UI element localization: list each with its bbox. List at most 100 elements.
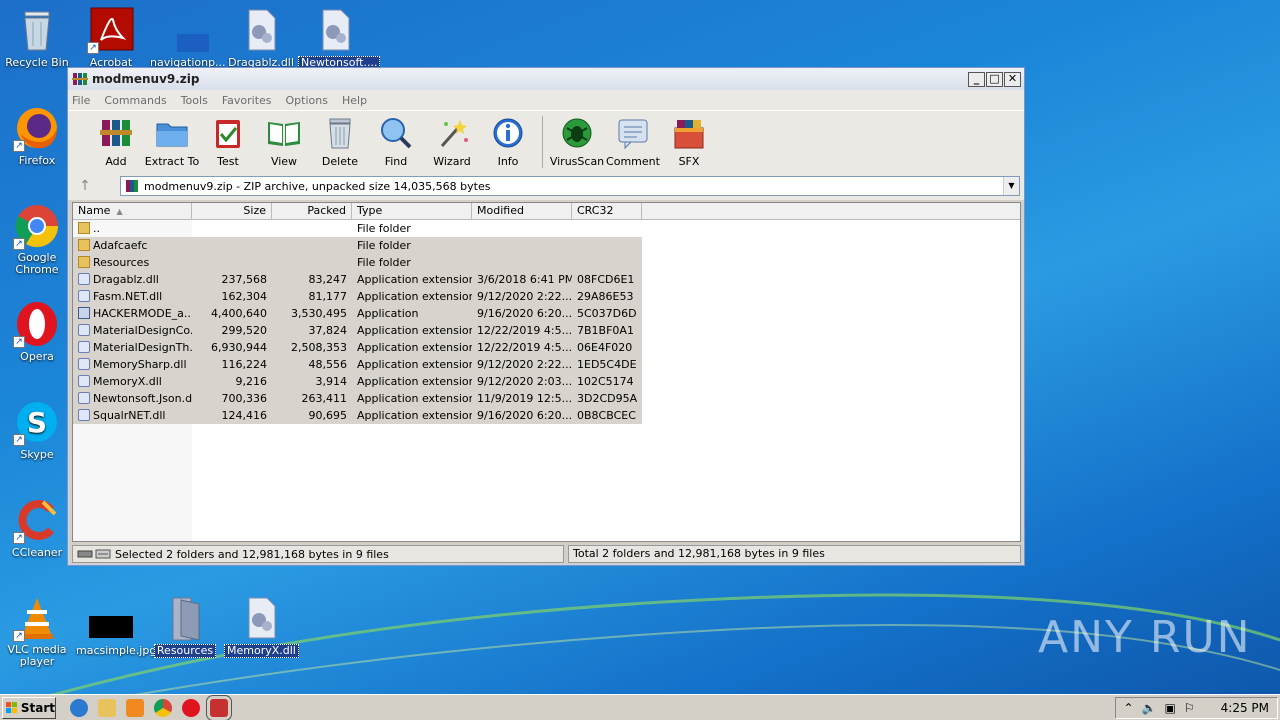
find-button[interactable]: Find [368,116,424,168]
file-row[interactable]: Newtonsoft.Json.dll 700,336 263,411 Applica… [73,390,1020,407]
anyrun-watermark: ANY RUN [1038,612,1252,663]
clock[interactable]: 4:25 PM [1221,701,1269,715]
file-row[interactable]: MemoryX.dll 9,216 3,914 Application extensi… [73,373,1020,390]
opera-taskbar-icon[interactable] [182,698,200,717]
title-bar[interactable]: modmenuv9.zip _ □ ✕ [68,68,1024,90]
file-row[interactable]: Adafcaefc File folder [73,237,1020,254]
file-row[interactable]: SqualrNET.dll 124,416 90,695 Application ex… [73,407,1020,424]
file-type: Application extension [352,339,472,356]
up-folder-button[interactable]: ↑ [72,176,98,196]
file-row[interactable]: MemorySharp.dll 116,224 48,556 Application … [73,356,1020,373]
desktop-icon-resources[interactable]: Resources [148,594,222,658]
winrar-taskbar-icon[interactable] [206,694,232,720]
delete-button[interactable]: Delete [312,116,368,168]
chrome-taskbar-icon[interactable] [154,698,172,717]
desktop-icon-newtonsoft[interactable]: Newtonsoft.... [298,6,381,70]
column-header-name[interactable]: Name ▲ [73,203,192,219]
wizard-button[interactable]: Wizard [424,116,480,168]
menu-file[interactable]: File [72,94,90,107]
file-packed: 3,914 [272,373,352,390]
dll-file-icon [78,392,90,404]
desktop-icon-memoryx[interactable]: MemoryX.dll [224,594,299,658]
column-header-type[interactable]: Type [352,203,472,219]
toolbar-separator [542,116,543,168]
file-size: 4,400,640 [192,305,272,322]
extract-to-button[interactable]: Extract To [144,116,200,168]
menu-favorites[interactable]: Favorites [222,94,272,107]
shortcut-arrow-icon: ↗ [13,336,25,348]
desktop-icon-firefox[interactable]: ↗ Firefox [0,104,74,167]
file-row[interactable]: .. File folder [73,220,1020,237]
file-size: 700,336 [192,390,272,407]
menu-commands[interactable]: Commands [104,94,166,107]
application-icon [78,307,90,319]
network-icon[interactable]: ▣ [1165,701,1176,715]
column-header-size[interactable]: Size [192,203,272,219]
file-type: File folder [352,254,472,271]
menu-help[interactable]: Help [342,94,367,107]
file-packed: 90,695 [272,407,352,424]
dll-file-icon [78,375,90,387]
maximize-button[interactable]: □ [986,71,1003,87]
info-button[interactable]: Info [480,116,536,168]
file-size: 162,304 [192,288,272,305]
menu-tools[interactable]: Tools [181,94,208,107]
address-field[interactable]: modmenuv9.zip - ZIP archive, unpacked si… [120,176,1020,196]
file-type: File folder [352,237,472,254]
virusscan-button[interactable]: VirusScan [549,116,605,168]
file-type: Application extension [352,407,472,424]
test-button[interactable]: Test [200,116,256,168]
column-header-modified[interactable]: Modified [472,203,572,219]
view-book-icon [268,122,300,146]
desktop-icon-chrome[interactable]: ↗ Google Chrome [0,202,74,276]
column-header-crc32[interactable]: CRC32 [572,203,642,219]
desktop-icon-ccleaner[interactable]: ↗ CCleaner [0,496,74,559]
add-button[interactable]: Add [88,116,144,168]
file-row[interactable]: Resources File folder [73,254,1020,271]
minimize-button[interactable]: _ [968,71,985,87]
file-row[interactable]: MaterialDesignCo... 299,520 37,824 Applicat… [73,322,1020,339]
recycle-bin-icon [13,6,61,54]
file-crc32: 3D2CD95A [572,390,642,407]
file-row[interactable]: HACKERMODE_a... 4,400,640 3,530,495 Applica… [73,305,1020,322]
ccleaner-icon: ↗ [13,496,61,544]
internet-explorer-icon[interactable] [70,698,88,717]
image-thumbnail-icon [87,594,135,642]
status-bar: Selected 2 folders and 12,981,168 bytes … [72,545,1021,563]
bug-icon [562,118,592,148]
file-size: 9,216 [192,373,272,390]
file-row[interactable]: MaterialDesignTh... 6,930,944 2,508,353 App… [73,339,1020,356]
file-crc32: 06E4F020 [572,339,642,356]
start-button[interactable]: Start [2,696,56,719]
explorer-folder-icon[interactable] [98,698,116,717]
file-modified: 9/12/2020 2:22... [472,356,572,373]
chevron-down-icon[interactable]: ▼ [1003,177,1019,195]
comment-button[interactable]: Comment [605,116,661,168]
file-row[interactable]: Dragablz.dll 237,568 83,247 Application ext… [73,271,1020,288]
file-crc32 [572,237,642,254]
sfx-button[interactable]: SFX [661,116,717,168]
desktop-icon-macsimple[interactable]: macsimple.jpg [74,594,156,657]
desktop-icon-skype[interactable]: S ↗ Skype [0,398,74,461]
media-player-icon[interactable] [126,698,144,717]
shortcut-arrow-icon: ↗ [87,42,99,54]
file-name: Adafcaefc [73,237,192,254]
file-row[interactable]: Fasm.NET.dll 162,304 81,177 Application ext… [73,288,1020,305]
desktop-icon-navigation[interactable]: navigationp... [148,6,226,69]
desktop-icon-opera[interactable]: ↗ Opera [0,300,74,363]
shortcut-arrow-icon: ↗ [13,434,25,446]
desktop-icon-acrobat[interactable]: ↗ Acrobat [74,6,148,69]
desktop-icon-dragablz[interactable]: Dragablz.dll [224,6,298,69]
status-selection: Selected 2 folders and 12,981,168 bytes … [72,545,564,563]
volume-icon[interactable]: 🔈 [1142,701,1157,715]
close-button[interactable]: ✕ [1004,71,1021,87]
file-modified [472,237,572,254]
file-crc32: 7B1BF0A1 [572,322,642,339]
column-header-packed[interactable]: Packed [272,203,352,219]
tray-expand-icon[interactable]: ⌃ [1124,701,1134,715]
action-center-flag-icon[interactable]: ⚐ [1184,701,1195,715]
menu-options[interactable]: Options [286,94,328,107]
desktop-icon-recycle-bin[interactable]: Recycle Bin [0,6,74,69]
desktop-icon-vlc[interactable]: ↗ VLC media player [0,594,74,668]
view-button[interactable]: View [256,116,312,168]
